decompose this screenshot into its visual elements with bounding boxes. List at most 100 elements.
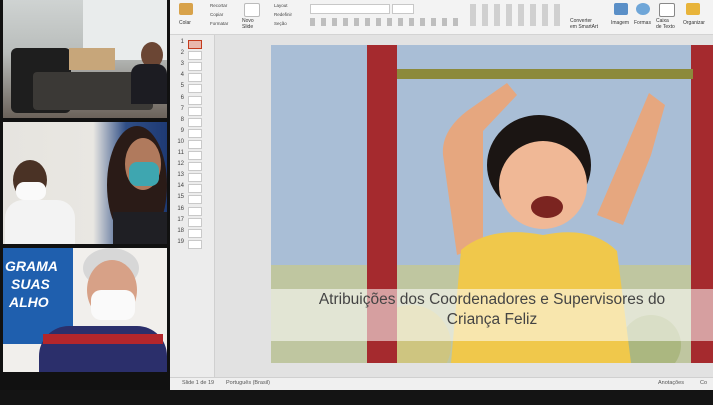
slide-thumbnail-number: 3 [180,61,184,68]
status-bar: Slide 1 de 19 Português (Brasil) Anotaçõ… [170,377,713,390]
image-button[interactable]: Imagem [611,20,629,26]
slide-thumbnail-number: 10 [177,138,184,145]
slide-thumbnail-number: 5 [180,83,184,90]
slide-thumbnail-number: 7 [180,105,184,112]
new-slide-icon [244,3,260,17]
slide-thumbnail-number: 13 [177,172,184,179]
child-mouth [531,196,563,218]
slide-thumbnail[interactable]: 14 [174,183,210,194]
slide-thumbnail-preview [188,73,202,83]
banner-line-3: ALHO [9,294,49,310]
slide-thumbnail-preview [188,228,202,238]
slide-thumbnail-number: 6 [180,94,184,101]
participant-2-body [5,200,75,244]
language-indicator[interactable]: Português (Brasil) [226,380,270,386]
slide-thumbnail[interactable]: 8 [174,116,210,127]
slide-thumbnail-preview [188,40,202,49]
slide-thumbnail[interactable]: 6 [174,94,210,105]
font-format-buttons[interactable] [310,18,460,26]
new-slide-button[interactable]: Novo Slide [242,18,254,30]
slide-thumbnail-number: 19 [177,238,184,245]
comments-button[interactable]: Co [700,380,707,386]
slide-title-line-2[interactable]: Criança Feliz [271,311,713,329]
slide-thumbnail-number: 15 [177,194,184,201]
arrange-icon [686,3,700,15]
slide-thumbnail-number: 18 [177,227,184,234]
slide-thumbnail-preview [188,239,202,249]
slide-thumbnail[interactable]: 7 [174,105,210,116]
slide-thumbnail-number: 12 [177,161,184,168]
slide-title-line-1[interactable]: Atribuições dos Coordenadores e Supervis… [271,291,713,309]
slide-thumbnail-preview [188,84,202,94]
participant-3-body [113,212,167,244]
copy-button[interactable]: Copiar [210,12,223,17]
shapes-button[interactable]: Formas [634,20,651,26]
font-size-select[interactable] [392,4,414,14]
paragraph-buttons[interactable] [470,4,560,26]
participant-1-body [131,64,167,104]
slide-thumbnail-number: 2 [180,50,184,57]
current-slide[interactable]: Atribuições dos Coordenadores e Supervis… [271,45,713,363]
slide-thumbnail-preview [188,128,202,138]
slide-thumbnail[interactable]: 5 [174,83,210,94]
slide-thumbnail[interactable]: 17 [174,217,210,227]
paste-button[interactable]: Colar [179,20,191,26]
participant-video-3[interactable]: GRAMA SUAS ALHO [3,248,167,372]
boxes [69,48,115,70]
slide-thumbnail[interactable]: 15 [174,194,210,205]
slide-thumbnail[interactable]: 3 [174,61,210,72]
image-icon [614,3,628,15]
arrange-button[interactable]: Organizar [683,20,705,26]
slide-thumbnail[interactable]: 19 [174,238,210,249]
slide-thumbnail-number: 11 [177,150,184,156]
format-painter-button[interactable]: Formatar [210,21,228,26]
slide-thumbnail[interactable]: 10 [174,138,210,149]
slide-thumbnail-number: 8 [180,116,184,123]
ribbon-toolbar: Colar Recortar Copiar Formatar Novo Slid… [170,0,713,35]
slide-thumbnail-preview [188,117,202,127]
slide-thumbnail[interactable]: 18 [174,227,210,238]
slide-thumbnail-preview [188,106,202,116]
paste-icon [179,3,193,15]
slide-thumbnail[interactable]: 12 [174,161,210,172]
shapes-icon [636,3,650,15]
slide-thumbnail-number: 9 [180,127,184,134]
slide-thumbnail[interactable]: 9 [174,127,210,138]
slide-thumbnail-number: 1 [180,39,184,45]
cut-button[interactable]: Recortar [210,3,227,8]
slide-thumbnail-preview [188,162,202,172]
slide-thumbnail-preview [188,62,202,72]
participant-3-mask [129,162,159,186]
participant-4-body [39,326,167,372]
convert-smartart-button[interactable]: Converter em SmartArt [570,18,598,30]
slide-title-band: Atribuições dos Coordenadores e Supervis… [271,289,713,341]
slide-thumbnail-preview [188,139,202,149]
meeting-bottom-bar [0,390,713,405]
reset-button[interactable]: Redefinir [274,12,292,17]
font-name-select[interactable] [310,4,390,14]
participant-video-1[interactable] [3,0,167,118]
slide-thumbnail-preview [188,51,202,61]
section-button[interactable]: Seção [274,21,287,26]
notes-button[interactable]: Anotações [658,380,684,386]
slide-thumbnail[interactable]: 16 [174,206,210,216]
slide-counter: Slide 1 de 19 [182,380,215,386]
banner-line-2: SUAS [11,276,50,292]
textbox-icon [659,3,675,17]
participant-4-mask [91,290,135,320]
textbox-button[interactable]: Caixa de Texto [656,18,675,30]
slide-thumbnail-panel[interactable]: 1 2 3 4 5 6 7 8 9 10 11 12 13 14 15 16 17 18 19 [170,35,215,377]
layout-button[interactable]: Layout [274,3,288,8]
slide-thumbnail[interactable]: 2 [174,50,210,61]
slide-thumbnail[interactable]: 13 [174,172,210,183]
monkey-bar [397,69,693,79]
slide-thumbnail[interactable]: 1 [174,39,210,49]
powerpoint-window: Colar Recortar Copiar Formatar Novo Slid… [170,0,713,390]
slide-thumbnail-number: 14 [177,183,184,190]
slide-thumbnail-preview [188,95,202,105]
slide-thumbnail[interactable]: 4 [174,72,210,83]
participant-2-mask [16,182,46,200]
participant-video-2[interactable] [3,122,167,244]
banner-line-1: GRAMA [5,258,58,274]
slide-thumbnail[interactable]: 11 [174,150,210,160]
